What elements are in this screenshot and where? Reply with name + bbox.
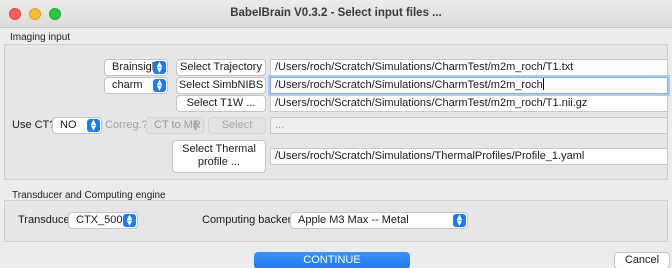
transducer-select[interactable]: CTX_500 ▲ ▼ [68,212,138,229]
thermal-profile-path-field[interactable]: /Users/roch/Scratch/Simulations/ThermalP… [270,148,668,165]
updown-chevron-icon: ▲ ▼ [87,119,100,132]
coregistration-label: Correg.? [105,119,148,131]
transducer-label: Transducer [18,214,74,226]
continue-button[interactable]: CONTINUE [254,252,410,268]
updown-chevron-icon: ▲ ▼ [153,79,166,92]
window-title: BabelBrain V0.3.2 - Select input files .… [230,7,442,19]
select-simbnibs-button[interactable]: Select SimbNIBS ... [176,77,266,106]
simbnibs-path-text: /Users/roch/Scratch/Simulations/CharmTes… [275,79,543,91]
computing-backend-label: Computing backend [202,214,300,226]
text-cursor [542,78,544,90]
select-trajectory-button[interactable]: Select Trajectory ... [176,59,266,88]
use-ct-value: NO [60,119,77,131]
imaging-input-group-label: Imaging input [10,32,71,43]
title-bar: BabelBrain V0.3.2 - Select input files .… [0,0,672,28]
cancel-button[interactable]: Cancel [614,252,670,268]
use-ct-select[interactable]: NO ▲ ▼ [52,117,102,134]
select-thermal-profile-button[interactable]: Select Thermal profile ... [172,140,266,173]
t1w-path-field[interactable]: /Users/roch/Scratch/Simulations/CharmTes… [270,95,668,112]
select-thermal-profile-label: Select Thermal profile ... [182,143,256,168]
navigation-system-select[interactable]: Brainsight ▲ ▼ [104,59,168,76]
segmentation-method-select[interactable]: charm ▲ ▼ [104,77,168,94]
updown-chevron-icon: ▲ ▼ [153,61,166,74]
trajectory-path-field[interactable]: /Users/roch/Scratch/Simulations/CharmTes… [270,59,668,76]
transducer-engine-group-label: Transducer and Computing engine [12,190,166,201]
coregistration-select[interactable]: CT to MR ▲ ▼ [146,117,204,134]
segmentation-method-value: charm [112,79,143,91]
updown-chevron-icon: ▲ ▼ [123,214,136,227]
updown-chevron-icon: ▲ ▼ [453,214,466,227]
select-ct-button[interactable]: Select [208,117,266,134]
simbnibs-path-field[interactable]: /Users/roch/Scratch/Simulations/CharmTes… [270,77,668,94]
ct-path-field[interactable]: ... [270,117,668,134]
updown-chevron-icon: ▲ ▼ [192,118,199,132]
computing-backend-value: Apple M3 Max -- Metal [298,214,409,226]
computing-backend-select[interactable]: Apple M3 Max -- Metal ▲ ▼ [290,212,468,229]
select-t1w-button[interactable]: Select T1W ... [176,95,266,112]
transducer-value: CTX_500 [76,214,123,226]
use-ct-label: Use CT? [12,119,56,131]
